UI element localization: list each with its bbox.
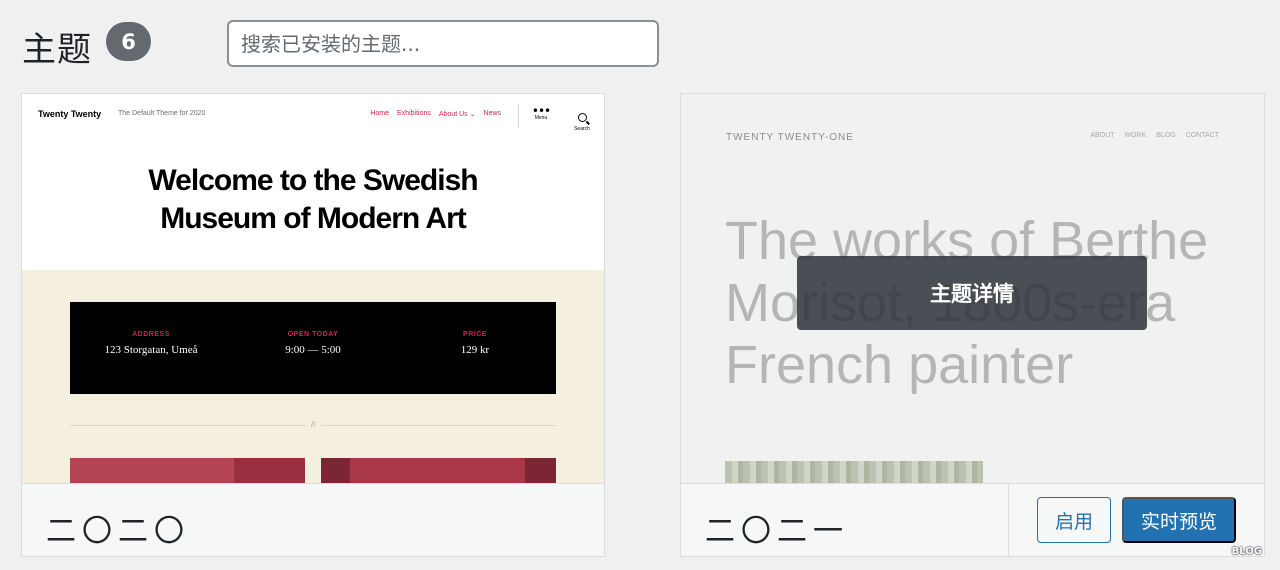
preview-image-block	[525, 458, 556, 483]
theme-name: 二〇二〇	[46, 514, 190, 549]
preview-image-block	[234, 458, 305, 483]
theme-screenshot[interactable]: TWENTY TWENTY-ONE ABOUT WORK BLOG CONTAC…	[681, 94, 1264, 483]
watermark-logo: BLOG	[1231, 546, 1262, 557]
preview-info-label: PRICE	[463, 331, 487, 338]
preview-info-box: ADDRESS 123 Storgatan, Umeå OPEN TODAY 9…	[70, 302, 556, 394]
preview-info-value: 9:00 — 5:00	[285, 344, 341, 356]
preview-nav-item: ABOUT	[1090, 132, 1115, 139]
preview-hero-title: Welcome to the Swedish Museum of Modern …	[22, 162, 604, 238]
theme-footer: 二〇二〇	[22, 483, 604, 556]
preview-tagline: The Default Theme for 2020	[118, 110, 206, 117]
live-preview-button[interactable]: 实时预览	[1122, 497, 1236, 543]
preview-image	[725, 461, 983, 483]
preview-separator-mark: //	[305, 420, 322, 429]
preview-info-value: 123 Storgatan, Umeå	[104, 344, 198, 356]
preview-hero-line: French painter	[725, 335, 1074, 395]
theme-footer: 二〇二一 启用 实时预览	[681, 483, 1264, 556]
search-installed-themes-input[interactable]	[227, 20, 659, 67]
preview-header: Twenty Twenty The Default Theme for 2020…	[22, 94, 604, 270]
page-title: 主题	[22, 30, 92, 70]
preview-menu: ••• Menu	[529, 104, 553, 121]
preview-search-label: Search	[574, 126, 590, 132]
preview-nav-item: WORK	[1124, 132, 1147, 139]
preview-nav-item: News	[483, 110, 501, 117]
theme-card-twentytwenty[interactable]: Twenty Twenty The Default Theme for 2020…	[21, 93, 605, 557]
more-dots-icon: •••	[531, 104, 551, 118]
preview-info-label: ADDRESS	[132, 331, 170, 338]
preview-nav-item: About Us ⌄	[438, 111, 476, 118]
preview-nav: ABOUT WORK BLOG CONTACT	[1090, 132, 1219, 139]
preview-info-col: ADDRESS 123 Storgatan, Umeå	[70, 302, 232, 394]
preview-info-col: OPEN TODAY 9:00 — 5:00	[232, 302, 394, 394]
preview-info-label: OPEN TODAY	[287, 331, 339, 338]
preview-nav: Home Exhibitions About Us ⌄ News	[370, 110, 501, 118]
preview-divider	[518, 104, 519, 128]
theme-details-button[interactable]: 主题详情	[797, 256, 1147, 330]
preview-nav-item: Exhibitions	[397, 110, 431, 117]
preview-image-block	[321, 458, 350, 483]
preview-info-value: 129 kr	[460, 344, 490, 356]
preview-nav-item: Home	[370, 110, 390, 117]
preview-hero-line: Museum of Modern Art	[160, 202, 467, 235]
theme-screenshot[interactable]: Twenty Twenty The Default Theme for 2020…	[22, 94, 604, 483]
preview-site-title: TWENTY TWENTY-ONE	[726, 132, 854, 143]
theme-count-badge: 6	[106, 22, 151, 61]
search-icon	[577, 113, 587, 122]
preview-hero-line: Welcome to the Swedish	[148, 164, 478, 197]
preview-search: Search	[570, 107, 594, 132]
theme-name: 二〇二一	[705, 514, 849, 549]
theme-actions: 启用 实时预览	[1008, 484, 1264, 556]
preview-nav-item: BLOG	[1156, 132, 1176, 139]
preview-image-block	[321, 458, 556, 483]
activate-button[interactable]: 启用	[1037, 497, 1111, 543]
theme-card-twentytwentyone[interactable]: TWENTY TWENTY-ONE ABOUT WORK BLOG CONTAC…	[680, 93, 1265, 557]
preview-site-title: Twenty Twenty	[38, 109, 102, 119]
preview-info-col: PRICE 129 kr	[394, 302, 556, 394]
preview-body: ADDRESS 123 Storgatan, Umeå OPEN TODAY 9…	[22, 270, 604, 483]
preview-nav-item: CONTACT	[1185, 132, 1219, 139]
